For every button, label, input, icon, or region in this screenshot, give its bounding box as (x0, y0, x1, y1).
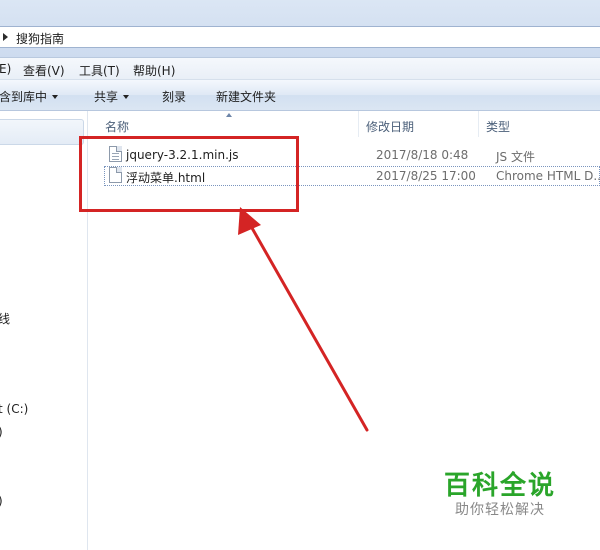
column-header: 名称 修改日期 类型 (89, 111, 600, 137)
menu-bar: E) 查看(V) 工具(T) 帮助(H) (0, 58, 600, 80)
menu-help[interactable]: 帮助(H) (133, 62, 175, 79)
new-folder-button[interactable]: 新建文件夹 (216, 88, 276, 105)
watermark-subtitle: 助你轻松解决 (455, 502, 545, 518)
sort-ascending-icon (226, 113, 232, 117)
annotation-highlight-box (79, 136, 299, 212)
nav-item-drive[interactable]: ) (0, 494, 3, 508)
nav-item-drive[interactable]: ) (0, 425, 3, 439)
column-modified-label: 修改日期 (366, 120, 415, 134)
breadcrumb-folder[interactable]: 搜狗指南 (16, 30, 64, 47)
nav-selected-item[interactable] (0, 119, 84, 145)
nav-item-network[interactable]: 线 (0, 310, 10, 327)
breadcrumb-arrow-icon[interactable] (3, 33, 8, 41)
file-type: JS 文件 (496, 150, 535, 164)
address-field[interactable]: 搜狗指南 (0, 26, 600, 48)
nav-item-local-disk-c[interactable]: t (C:) (0, 402, 28, 416)
file-modified: 2017/8/18 0:48 (376, 148, 469, 162)
file-type: Chrome HTML D... (496, 169, 600, 183)
share-label: 共享 (94, 90, 119, 104)
column-type[interactable]: 类型 (479, 111, 600, 137)
chevron-down-icon (52, 95, 59, 99)
menu-view[interactable]: 查看(V) (23, 62, 65, 79)
column-name-label: 名称 (105, 120, 130, 134)
watermark-title: 百科全说 (443, 471, 556, 501)
menu-edit[interactable]: E) (0, 62, 11, 76)
address-bar: 搜狗指南 (0, 0, 600, 58)
chevron-down-icon (123, 95, 130, 99)
command-bar: 含到库中 共享 刻录 新建文件夹 (0, 80, 600, 111)
include-in-library-button[interactable]: 含到库中 (0, 88, 59, 105)
navigation-pane[interactable]: 线 t (C:) ) ) (0, 111, 88, 550)
burn-button[interactable]: 刻录 (162, 88, 186, 105)
column-modified[interactable]: 修改日期 (359, 111, 479, 137)
file-modified: 2017/8/25 17:00 (376, 169, 476, 183)
column-type-label: 类型 (486, 120, 511, 134)
menu-tools[interactable]: 工具(T) (79, 62, 120, 79)
watermark: 百科全说 助你轻松解决 (425, 453, 575, 525)
share-button[interactable]: 共享 (94, 88, 130, 105)
column-name[interactable]: 名称 (89, 111, 359, 137)
include-in-library-label: 含到库中 (0, 90, 48, 104)
